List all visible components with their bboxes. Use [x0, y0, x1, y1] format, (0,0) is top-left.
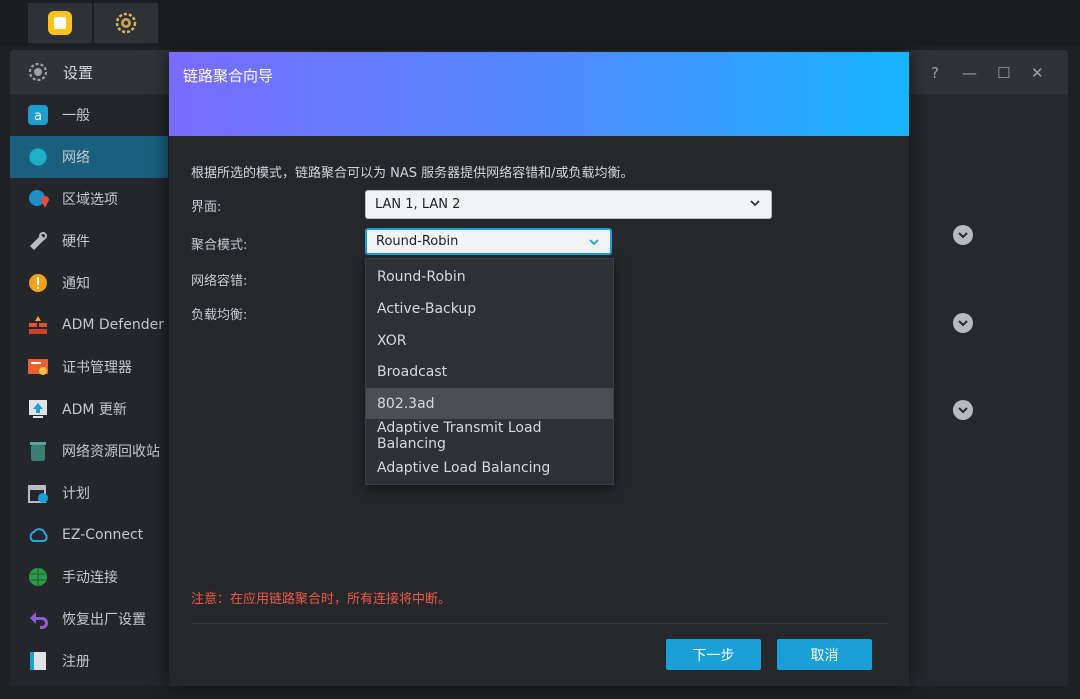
sidebar-item-label: ADM 更新	[62, 402, 127, 418]
aggregation-mode-select[interactable]: Round-Robin	[365, 228, 612, 255]
certificate-icon	[26, 355, 50, 379]
sidebar-item-label: 区域选项	[62, 192, 118, 208]
sidebar-item-region[interactable]: 区域选项	[10, 178, 168, 220]
hardware-icon	[26, 229, 50, 253]
firewall-icon	[26, 313, 50, 337]
expand-section-button[interactable]	[953, 313, 973, 333]
sidebar-item-label: 注册	[62, 654, 90, 670]
mode-option-adaptive-lb[interactable]: Adaptive Load Balancing	[366, 452, 613, 483]
sidebar-item-adm-update[interactable]: ADM 更新	[10, 388, 168, 430]
taskbar	[0, 0, 1080, 46]
region-globe-icon	[26, 187, 50, 211]
interface-value: LAN 1, LAN 2	[375, 197, 461, 212]
sidebar-item-label: 硬件	[62, 234, 90, 250]
globe-icon	[26, 145, 50, 169]
aggregation-mode-value: Round-Robin	[376, 234, 459, 249]
sidebar-item-label: 通知	[62, 276, 90, 292]
taskbar-app-settings[interactable]	[94, 3, 158, 43]
close-window-button[interactable]: ✕	[1031, 64, 1044, 82]
help-button[interactable]: ?	[931, 64, 939, 82]
link-aggregation-dialog: 链路聚合向导 根据所选的模式，链路聚合可以为 NAS 服务器提供网络容错和/或负…	[169, 52, 909, 686]
sidebar-item-label: EZ-Connect	[62, 527, 144, 543]
warning-text: 注意：在应用链路聚合时，所有连接将中断。	[191, 592, 452, 607]
taskbar-app-photos[interactable]	[28, 3, 92, 43]
recycle-bin-icon	[26, 439, 50, 463]
svg-text:a: a	[34, 109, 42, 124]
mode-option-802-3ad[interactable]: 802.3ad	[366, 388, 613, 419]
connect-icon	[26, 565, 50, 589]
mode-option-round-robin[interactable]: Round-Robin	[366, 261, 613, 292]
sidebar-item-label: 恢复出厂设置	[62, 612, 146, 628]
maximize-button[interactable]: ☐	[997, 64, 1010, 82]
settings-gear-icon	[115, 12, 137, 34]
mode-option-active-backup[interactable]: Active-Backup	[366, 293, 613, 324]
cloud-icon	[26, 523, 50, 547]
update-icon	[26, 397, 50, 421]
mode-option-xor[interactable]: XOR	[366, 325, 613, 356]
sidebar-item-adm-defender[interactable]: ADM Defender	[10, 304, 168, 346]
settings-gear-icon	[28, 62, 48, 82]
sidebar-item-label: 网络	[62, 150, 90, 166]
sidebar-item-label: 计划	[62, 486, 90, 502]
sidebar-item-label: 手动连接	[62, 570, 118, 586]
chevron-down-icon	[958, 319, 968, 326]
sidebar-item-label: 一般	[62, 108, 90, 124]
minimize-button[interactable]: —	[962, 64, 977, 82]
mode-option-broadcast[interactable]: Broadcast	[366, 356, 613, 387]
sidebar-item-ez-connect[interactable]: EZ-Connect	[10, 514, 168, 556]
general-icon: a	[26, 103, 50, 127]
photos-app-icon	[48, 11, 72, 35]
sidebar-item-label: ADM Defender	[62, 317, 164, 333]
interface-label: 界面:	[191, 200, 222, 215]
calendar-icon	[26, 481, 50, 505]
dialog-description: 根据所选的模式，链路聚合可以为 NAS 服务器提供网络容错和/或负载均衡。	[191, 166, 634, 181]
aggregation-mode-dropdown: Round-Robin Active-Backup XOR Broadcast …	[365, 258, 614, 485]
chevron-down-icon	[750, 200, 760, 207]
sidebar-item-general[interactable]: a 一般	[10, 94, 168, 136]
sidebar-item-label: 证书管理器	[62, 360, 132, 376]
dialog-header: 链路聚合向导	[169, 52, 909, 136]
notification-icon	[26, 271, 50, 295]
register-icon	[26, 649, 50, 673]
window-title: 设置	[63, 64, 94, 82]
cancel-button[interactable]: 取消	[777, 639, 872, 670]
sidebar-item-schedule[interactable]: 计划	[10, 472, 168, 514]
sidebar-item-network[interactable]: 网络	[10, 136, 168, 178]
sidebar-item-notification[interactable]: 通知	[10, 262, 168, 304]
interface-select[interactable]: LAN 1, LAN 2	[365, 190, 772, 219]
sidebar-item-manual-connect[interactable]: 手动连接	[10, 556, 168, 598]
expand-section-button[interactable]	[953, 225, 973, 245]
sidebar-item-label: 网络资源回收站	[62, 444, 160, 460]
footer-divider	[191, 623, 887, 624]
sidebar-item-register[interactable]: 注册	[10, 640, 168, 682]
fault-tolerance-label: 网络容错:	[191, 274, 248, 289]
next-button[interactable]: 下一步	[666, 639, 761, 670]
mode-option-adaptive-transmit-lb[interactable]: Adaptive Transmit Load Balancing	[366, 420, 613, 452]
chevron-down-icon	[958, 231, 968, 238]
sidebar-item-certificate[interactable]: 证书管理器	[10, 346, 168, 388]
sidebar-item-recycle-bin[interactable]: 网络资源回收站	[10, 430, 168, 472]
sidebar: a 一般 网络 区域选项 硬件 通知 ADM Defender 证书管理器 AD…	[10, 94, 168, 686]
reset-icon	[26, 607, 50, 631]
dialog-title: 链路聚合向导	[183, 67, 274, 85]
sidebar-item-hardware[interactable]: 硬件	[10, 220, 168, 262]
expand-section-button[interactable]	[953, 400, 973, 420]
sidebar-item-factory-reset[interactable]: 恢复出厂设置	[10, 598, 168, 640]
aggregation-mode-label: 聚合模式:	[191, 238, 248, 253]
chevron-down-icon	[958, 406, 968, 413]
chevron-down-icon	[589, 239, 599, 246]
load-balance-label: 负载均衡:	[191, 308, 248, 323]
